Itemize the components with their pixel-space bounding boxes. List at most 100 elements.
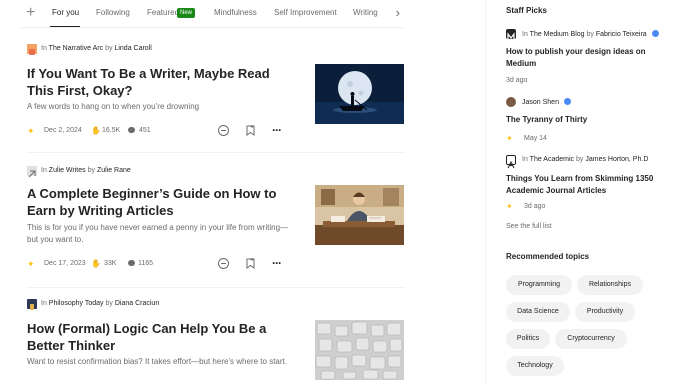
article-meta: ✦ Dec 17, 2023 ✋ 33K 1165 ···: [27, 257, 292, 270]
tab-self-improvement[interactable]: Self Improvement: [274, 8, 337, 17]
pick-title[interactable]: The Tyranny of Thirty: [506, 114, 676, 126]
member-star-icon: ✦: [27, 259, 35, 269]
author-link[interactable]: Fabricio Teixeira: [596, 31, 647, 38]
publication-link[interactable]: The Narrative Arc: [49, 45, 103, 52]
active-tab-indicator: [50, 26, 80, 27]
tab-featured[interactable]: Featured: [147, 8, 179, 17]
chevron-right-icon[interactable]: ›: [396, 6, 400, 19]
publication-logo[interactable]: [27, 44, 37, 55]
pick-byline: In The Medium Blog by Fabricio Teixeira: [522, 30, 659, 38]
byline-prefix: In: [41, 45, 47, 52]
article-meta: ✦ Dec 2, 2024 ✋ 16.5K 451 ···: [27, 124, 292, 137]
pick-meta: 3d ago: [524, 203, 546, 210]
feed-tabs: + For you Following Featured New Mindful…: [20, 0, 404, 28]
byline-prefix: In: [41, 167, 47, 174]
byline-by: by: [586, 31, 594, 38]
publication-logo[interactable]: [506, 155, 516, 169]
member-star-icon: ✦: [506, 202, 513, 211]
writer-at-desk-illustration: [315, 185, 404, 245]
add-topic-icon[interactable]: +: [26, 5, 35, 21]
author-link[interactable]: Jason Shen: [522, 99, 559, 106]
pick-title[interactable]: How to publish your design ideas on Medi…: [506, 46, 676, 70]
topic-chip[interactable]: Programming: [506, 275, 572, 295]
pick-meta: 3d ago: [506, 77, 528, 84]
article-subtitle[interactable]: This is for you if you have never earned…: [27, 222, 289, 246]
topic-chip[interactable]: Technology: [506, 356, 564, 376]
tab-for-you[interactable]: For you: [52, 8, 79, 17]
moonlit-boat-illustration: [315, 64, 404, 124]
pick-title[interactable]: Things You Learn from Skimming 1350 Acad…: [506, 173, 676, 197]
staff-picks-heading: Staff Picks: [506, 6, 547, 15]
topic-chip[interactable]: Politics: [506, 329, 550, 349]
byline-prefix: In: [522, 31, 528, 38]
publication-link[interactable]: The Medium Blog: [530, 31, 585, 38]
article-subtitle[interactable]: A few words to hang on to when you’re dr…: [27, 101, 289, 113]
article-thumbnail[interactable]: [315, 185, 404, 245]
byline-by: by: [87, 167, 95, 174]
response-count: 1165: [138, 260, 154, 267]
medium-logo-icon[interactable]: [506, 29, 516, 40]
topic-chip[interactable]: Relationships: [577, 275, 643, 295]
tab-mindfulness[interactable]: Mindfulness: [214, 8, 257, 17]
byline-by: by: [105, 300, 113, 307]
article-date: Dec 2, 2024: [44, 127, 82, 134]
more-options-icon[interactable]: ···: [272, 124, 282, 136]
bookmark-icon[interactable]: [246, 125, 255, 136]
publication-logo[interactable]: [27, 166, 37, 178]
article-byline: In Philosophy Today by Diana Craciun: [41, 300, 159, 307]
author-link[interactable]: Zulie Rane: [97, 167, 131, 174]
verified-icon: [651, 30, 659, 37]
puzzle-pieces-photo: [315, 320, 404, 380]
pick-byline: Jason Shen: [522, 98, 571, 106]
article-card[interactable]: In The Narrative Arc by Linda Caroll If …: [27, 44, 405, 144]
recommended-topics-heading: Recommended topics: [506, 252, 590, 261]
clap-count: 16.5K: [102, 127, 121, 134]
clap-icon: ✋: [91, 259, 101, 268]
author-link[interactable]: James Horton, Ph.D: [585, 156, 648, 163]
topic-chip[interactable]: Productivity: [575, 302, 635, 322]
responses-icon: [128, 260, 135, 266]
article-byline: In Zulie Writes by Zulie Rane: [41, 167, 131, 174]
topic-chip[interactable]: Data Science: [506, 302, 570, 322]
byline-prefix: In: [41, 300, 47, 307]
pick-byline: In The Academic by James Horton, Ph.D: [522, 156, 648, 163]
response-count: 451: [139, 127, 151, 134]
member-star-icon: ✦: [506, 134, 513, 143]
clap-count: 33K: [104, 260, 117, 267]
article-date: Dec 17, 2023: [44, 260, 86, 267]
bookmark-icon[interactable]: [246, 258, 255, 269]
pick-meta: May 14: [524, 135, 547, 142]
tab-writing[interactable]: Writing: [353, 8, 378, 17]
show-less-icon[interactable]: [218, 125, 229, 136]
article-thumbnail[interactable]: [315, 64, 404, 124]
article-byline: In The Narrative Arc by Linda Caroll: [41, 45, 152, 52]
feed-divider: [27, 152, 405, 153]
article-subtitle[interactable]: Want to resist confirmation bias? It tak…: [27, 356, 289, 368]
article-thumbnail[interactable]: [315, 320, 404, 380]
article-title[interactable]: A Complete Beginner’s Guide on How to Ea…: [27, 185, 297, 219]
byline-by: by: [575, 156, 584, 163]
verified-icon: [563, 98, 571, 105]
article-title[interactable]: How (Formal) Logic Can Help You Be a Bet…: [27, 320, 297, 354]
sidebar-border: [485, 0, 486, 384]
more-options-icon[interactable]: ···: [272, 257, 282, 269]
responses-icon: [128, 127, 135, 133]
byline-by: by: [105, 45, 113, 52]
avatar[interactable]: [506, 97, 516, 107]
publication-link[interactable]: Zulie Writes: [49, 167, 86, 174]
article-card[interactable]: In Philosophy Today by Diana Craciun How…: [27, 299, 405, 384]
show-less-icon[interactable]: [218, 258, 229, 269]
clap-icon: ✋: [91, 126, 101, 135]
tab-following[interactable]: Following: [96, 8, 130, 17]
author-link[interactable]: Linda Caroll: [114, 45, 151, 52]
see-full-list-link[interactable]: See the full list: [506, 223, 552, 230]
new-badge: New: [177, 8, 196, 18]
topic-chip[interactable]: Cryptocurrency: [555, 329, 627, 349]
publication-logo[interactable]: [27, 299, 37, 310]
author-link[interactable]: Diana Craciun: [115, 300, 159, 307]
article-title[interactable]: If You Want To Be a Writer, Maybe Read T…: [27, 65, 297, 99]
publication-link[interactable]: The Academic: [530, 156, 574, 163]
article-card[interactable]: In Zulie Writes by Zulie Rane A Complete…: [27, 166, 405, 269]
feed-divider: [27, 287, 405, 288]
publication-link[interactable]: Philosophy Today: [49, 300, 104, 307]
